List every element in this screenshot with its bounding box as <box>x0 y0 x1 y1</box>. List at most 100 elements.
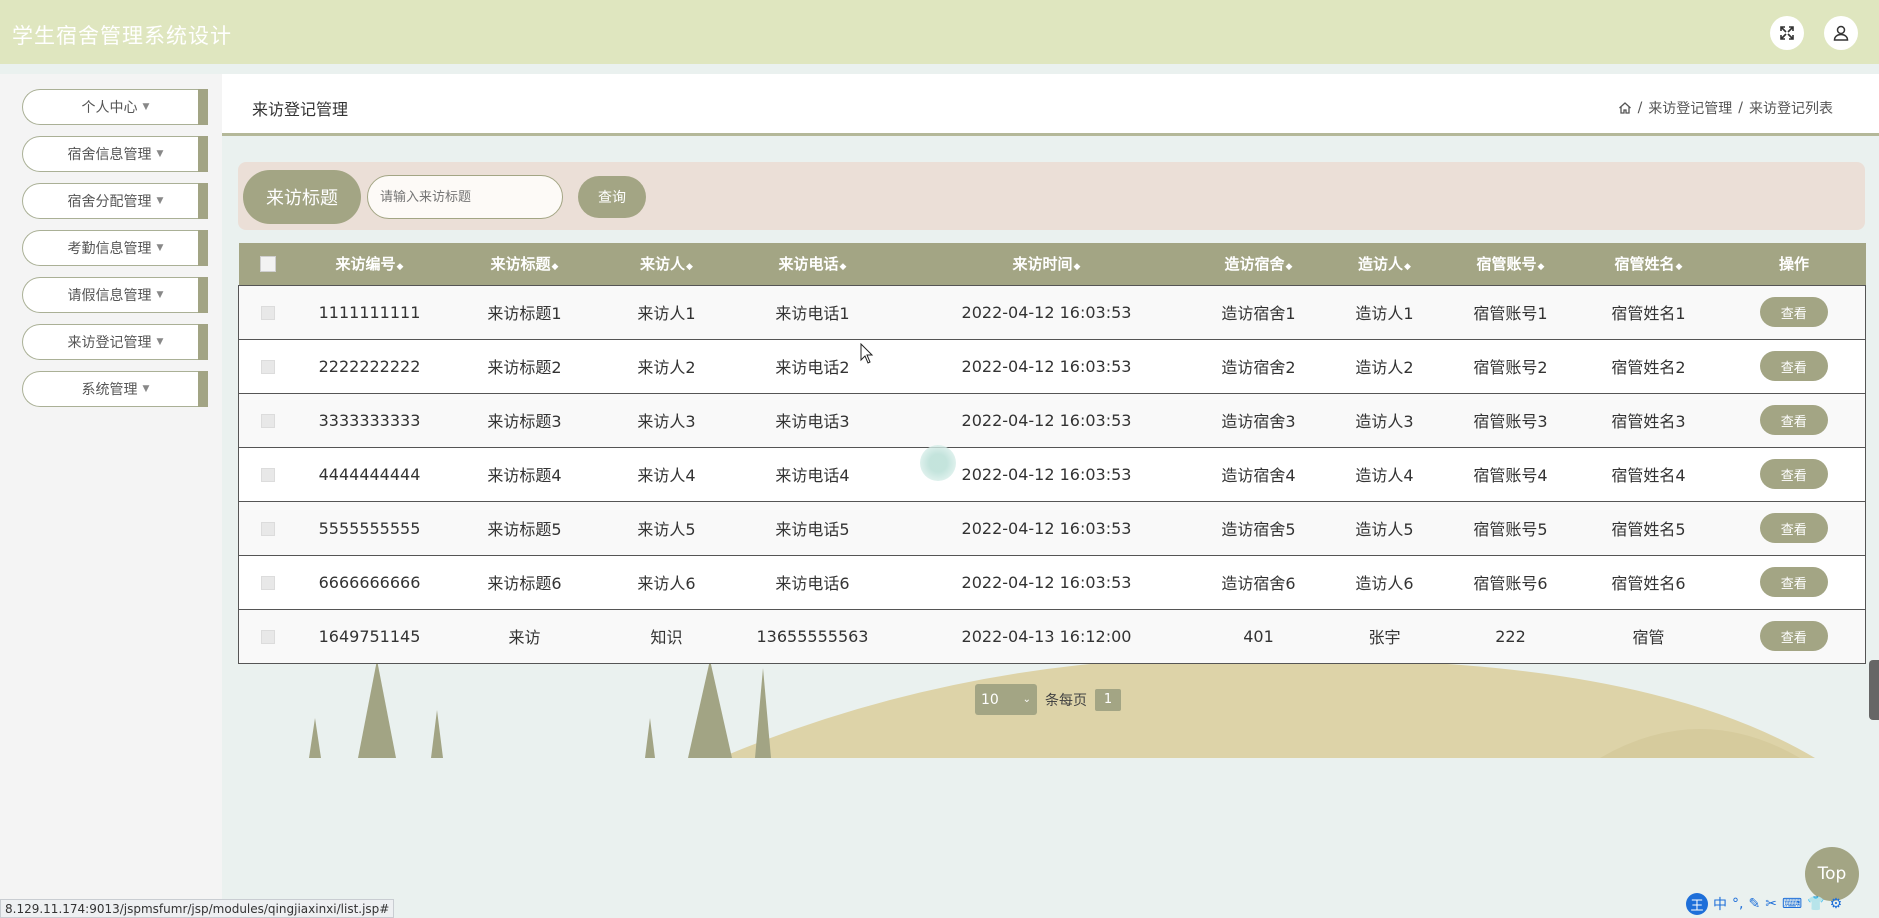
fullscreen-button[interactable] <box>1770 16 1804 50</box>
row-checkbox[interactable] <box>260 630 275 644</box>
sidebar-item-system[interactable]: 系统管理 ▼ <box>22 371 208 407</box>
view-button[interactable]: 查看 <box>1759 513 1828 543</box>
table-row[interactable]: 5555555555 来访标题5 来访人5 来访电话5 2022-04-12 16:03… <box>238 500 1866 555</box>
breadcrumb-level1[interactable]: 来访登记管理 <box>1648 98 1732 118</box>
row-actions-cell: 查看 <box>1722 392 1866 447</box>
pen-icon[interactable]: ✎ <box>1748 896 1760 912</box>
table-row[interactable]: 2222222222 来访标题2 来访人2 来访电话2 2022-04-12 16:03… <box>238 338 1866 393</box>
home-icon[interactable] <box>1618 101 1632 115</box>
page-title: 来访登记管理 <box>252 100 349 119</box>
chevron-down-icon: ⌄ <box>1022 694 1031 705</box>
table-row[interactable]: 6666666666 来访标题6 来访人6 来访电话6 2022-04-12 16:03… <box>238 554 1866 609</box>
sidebar-item-label: 考勤信息管理 <box>67 241 152 257</box>
search-input[interactable] <box>367 175 563 219</box>
view-button[interactable]: 查看 <box>1759 621 1828 651</box>
table-cell: 来访 <box>442 608 607 664</box>
sidebar-item-visitor[interactable]: 来访登记管理 ▼ <box>22 324 208 360</box>
table-cell: 宿管姓名4 <box>1574 446 1723 501</box>
table-cell: 来访人1 <box>606 284 727 339</box>
column-header[interactable]: 来访人◆ <box>607 243 727 285</box>
column-header[interactable]: 宿管姓名◆ <box>1575 243 1723 285</box>
view-button[interactable]: 查看 <box>1759 459 1828 489</box>
view-button[interactable]: 查看 <box>1759 567 1828 597</box>
column-header[interactable]: 造访人◆ <box>1323 243 1447 285</box>
sidebar-item-dorm-info[interactable]: 宿舍信息管理 ▼ <box>22 136 208 172</box>
status-url: 8.129.11.174:9013/jspmsfumr/jsp/modules/… <box>0 899 395 918</box>
settings-icon[interactable]: ⚙ <box>1830 896 1843 912</box>
view-button[interactable]: 查看 <box>1759 297 1828 327</box>
column-header[interactable]: 来访电话◆ <box>727 243 899 285</box>
table-cell: 2022-04-12 16:03:53 <box>898 500 1195 555</box>
page-number-current[interactable]: 1 <box>1095 688 1121 711</box>
column-header[interactable]: 来访时间◆ <box>899 243 1195 285</box>
table-cell: 2022-04-12 16:03:53 <box>898 392 1195 447</box>
ime-toolbar: 王 中 °, ✎ ✂ ⌨ 👕 ⚙ <box>1686 892 1842 916</box>
row-actions-cell: 查看 <box>1722 284 1866 339</box>
sort-icon[interactable]: ◆ <box>1074 262 1081 272</box>
table-cell: 造访宿舍5 <box>1194 500 1323 555</box>
sort-icon[interactable]: ◆ <box>686 262 693 272</box>
view-button[interactable]: 查看 <box>1759 405 1828 435</box>
keyboard-icon[interactable]: ⌨ <box>1782 896 1802 912</box>
column-header[interactable]: 来访标题◆ <box>443 243 607 285</box>
table-cell: 宿管账号3 <box>1446 392 1575 447</box>
sort-icon[interactable]: ◆ <box>397 262 404 272</box>
table-cell: 造访人3 <box>1322 392 1447 447</box>
caret-down-icon: ▼ <box>156 149 164 159</box>
row-actions-cell: 查看 <box>1722 446 1866 501</box>
column-header[interactable]: 宿管账号◆ <box>1447 243 1575 285</box>
table-row[interactable]: 1111111111 来访标题1 来访人1 来访电话1 2022-04-12 16:03… <box>238 284 1866 339</box>
table-cell: 222 <box>1446 608 1575 664</box>
ime-mode[interactable]: 中 <box>1713 894 1727 914</box>
user-button[interactable] <box>1824 16 1858 50</box>
table-cell: 造访宿舍4 <box>1194 446 1323 501</box>
table-cell: 宿管 <box>1574 608 1723 664</box>
row-checkbox[interactable] <box>260 468 275 482</box>
breadcrumb-separator: / <box>1738 100 1743 116</box>
row-select-cell <box>238 500 297 555</box>
table-cell: 宿管姓名2 <box>1574 338 1723 393</box>
row-select-cell <box>238 338 297 393</box>
table-cell: 宿管账号4 <box>1446 446 1575 501</box>
row-actions-cell: 查看 <box>1722 554 1866 609</box>
punctuation-icon[interactable]: °, <box>1732 896 1743 912</box>
table-cell: 来访人2 <box>606 338 727 393</box>
row-checkbox[interactable] <box>260 360 275 374</box>
column-header[interactable]: 造访宿舍◆ <box>1195 243 1323 285</box>
table-row[interactable]: 4444444444 来访标题4 来访人4 来访电话4 2022-04-12 16:03… <box>238 446 1866 501</box>
table-cell: 宿管姓名1 <box>1574 284 1723 339</box>
table-cell: 13655555563 <box>726 608 899 664</box>
table-cell: 2022-04-13 16:12:00 <box>898 608 1195 664</box>
ime-logo-icon[interactable]: 王 <box>1686 893 1708 915</box>
row-checkbox[interactable] <box>260 306 275 320</box>
sort-icon[interactable]: ◆ <box>1404 262 1411 272</box>
side-scroll-handle[interactable] <box>1869 660 1879 720</box>
page-header: 来访登记管理 / 来访登记管理 / 来访登记列表 <box>222 74 1879 136</box>
table-cell: 造访宿舍3 <box>1194 392 1323 447</box>
page-size-select[interactable]: 10 ⌄ <box>975 684 1037 715</box>
sort-icon[interactable]: ◆ <box>1676 262 1683 272</box>
shirt-icon[interactable]: 👕 <box>1807 896 1824 912</box>
sort-icon[interactable]: ◆ <box>1286 262 1293 272</box>
row-checkbox[interactable] <box>260 576 275 590</box>
search-button[interactable]: 查询 <box>578 176 646 218</box>
view-button[interactable]: 查看 <box>1759 351 1828 381</box>
select-all-checkbox[interactable] <box>259 256 276 273</box>
row-checkbox[interactable] <box>260 414 275 428</box>
column-header[interactable]: 来访编号◆ <box>297 243 443 285</box>
row-checkbox[interactable] <box>260 522 275 536</box>
table-row[interactable]: 3333333333 来访标题3 来访人3 来访电话3 2022-04-12 16:03… <box>238 392 1866 447</box>
sidebar-item-personal-center[interactable]: 个人中心 ▼ <box>22 89 208 125</box>
sort-icon[interactable]: ◆ <box>840 262 847 272</box>
sidebar-item-label: 个人中心 <box>81 100 138 116</box>
sidebar-item-attendance[interactable]: 考勤信息管理 ▼ <box>22 230 208 266</box>
table-row[interactable]: 1649751145 来访 知识 13655555563 2022-04-13 16:1… <box>238 608 1866 664</box>
sidebar-item-leave[interactable]: 请假信息管理 ▼ <box>22 277 208 313</box>
sort-icon[interactable]: ◆ <box>552 262 559 272</box>
sort-icon[interactable]: ◆ <box>1538 262 1545 272</box>
caret-down-icon: ▼ <box>156 243 164 253</box>
sidebar-item-dorm-allocation[interactable]: 宿舍分配管理 ▼ <box>22 183 208 219</box>
scissors-icon[interactable]: ✂ <box>1765 896 1777 912</box>
sidebar: 个人中心 ▼ 宿舍信息管理 ▼ 宿舍分配管理 ▼ 考勤信息管理 ▼ 请假信息管理 ▼ 来访… <box>0 74 222 918</box>
top-bar: 学生宿舍管理系统设计 <box>0 0 1879 64</box>
